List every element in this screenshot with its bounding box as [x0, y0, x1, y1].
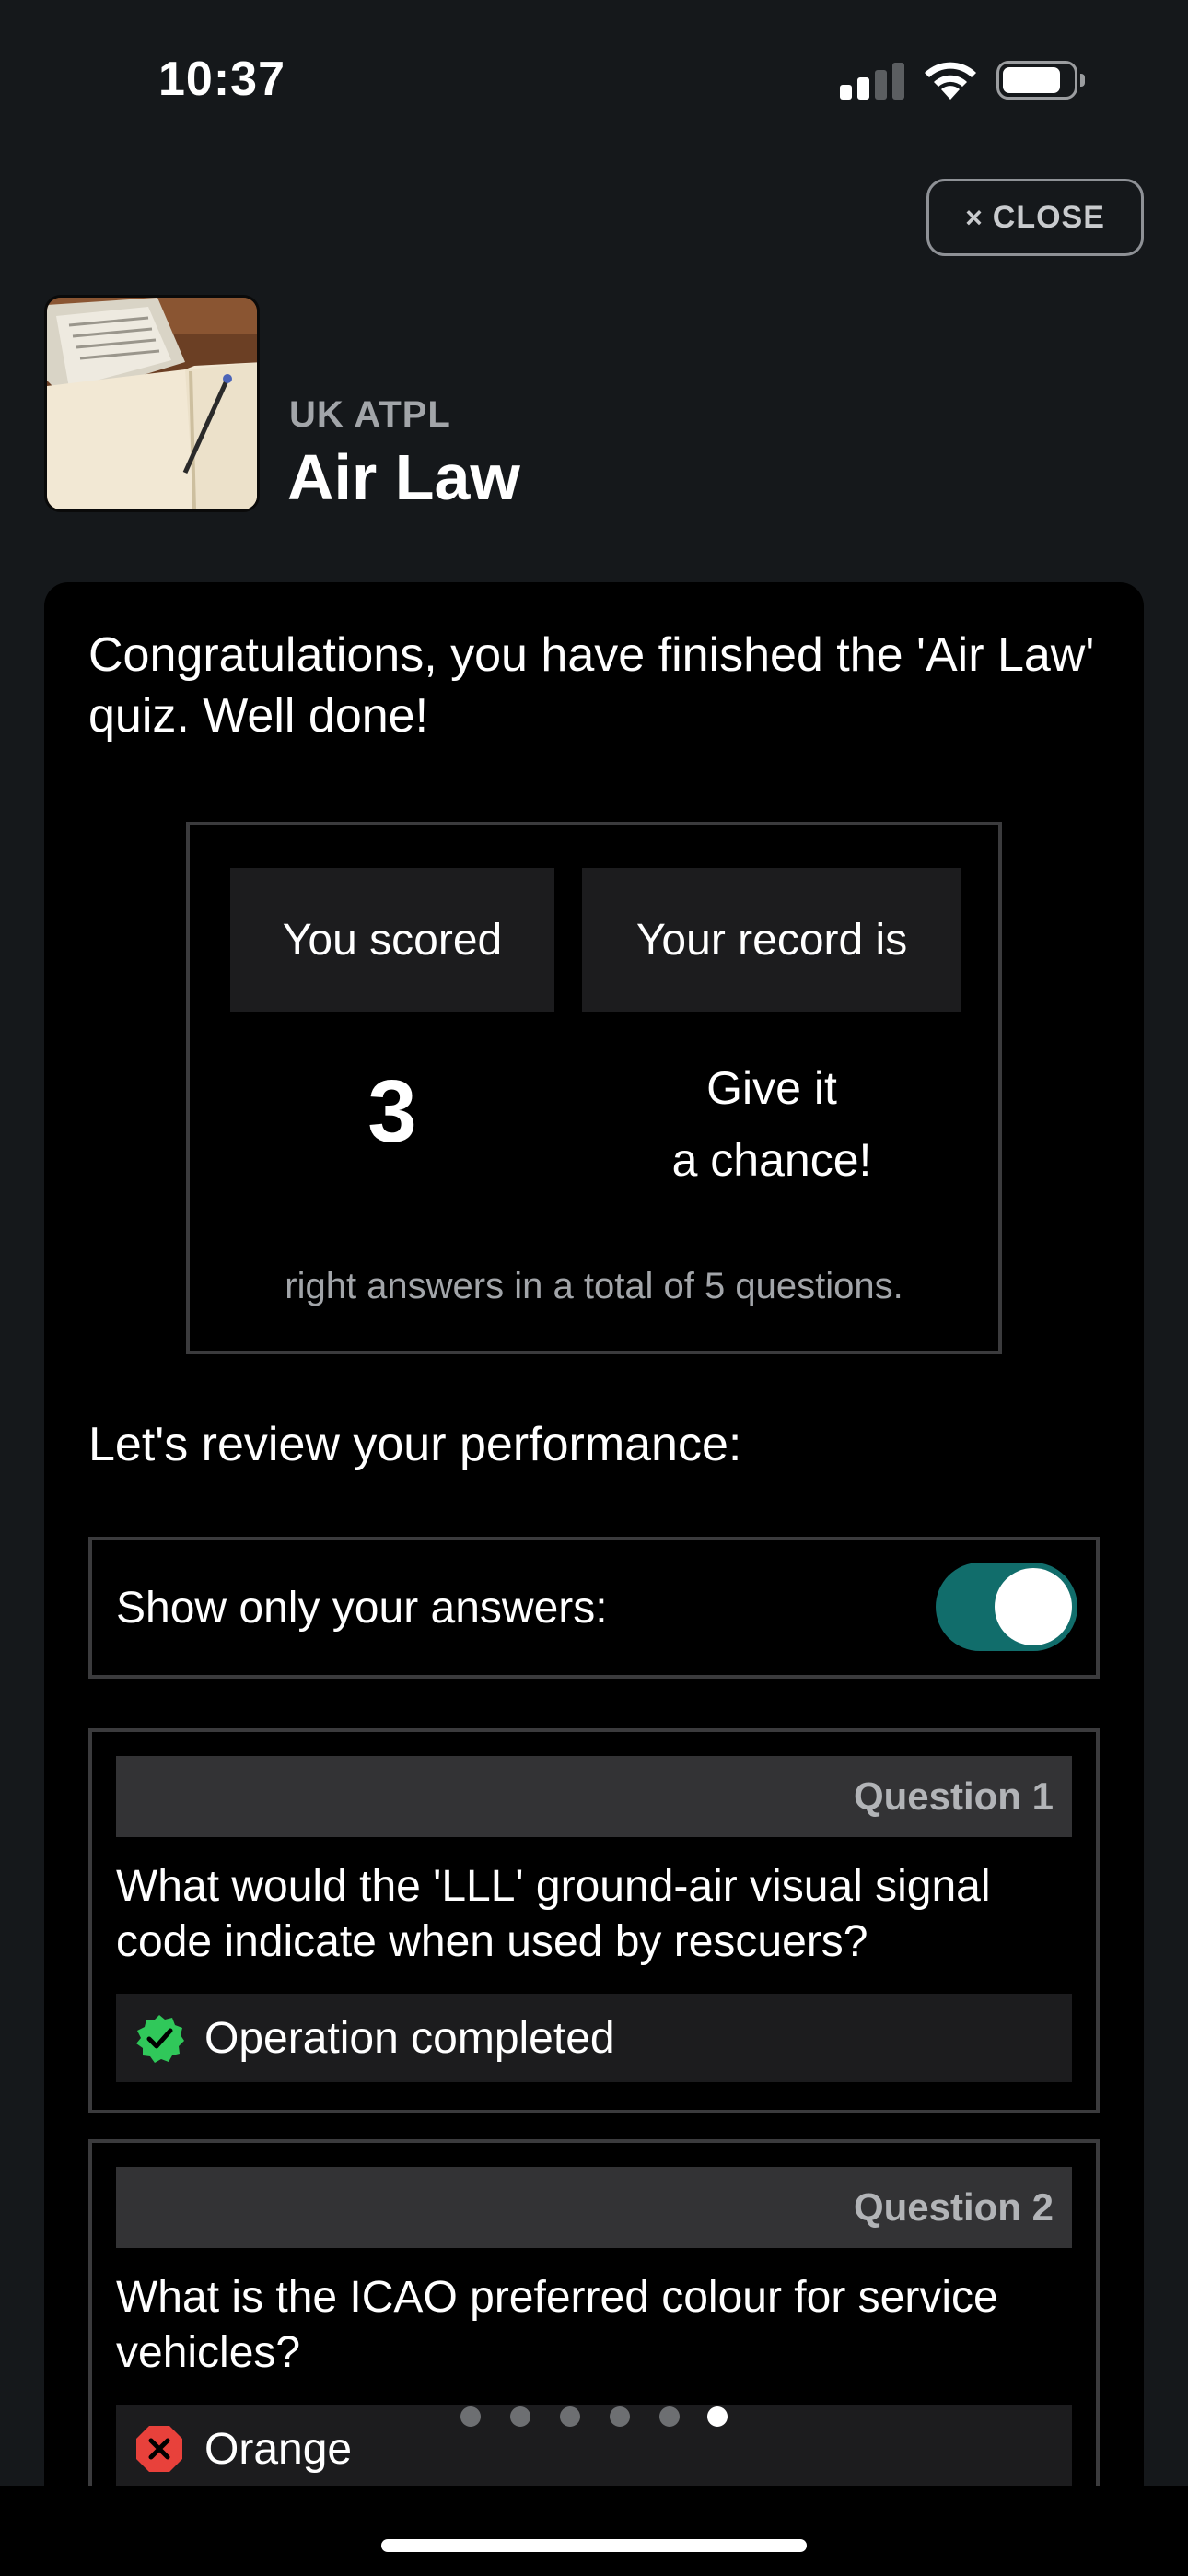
show-only-answers-label: Show only your answers:	[116, 1583, 608, 1633]
page-dot	[659, 2406, 680, 2427]
wifi-icon	[925, 62, 976, 100]
answer-text: Operation completed	[204, 2013, 615, 2063]
you-scored-label: You scored	[230, 868, 554, 1012]
page-dot-active	[707, 2406, 728, 2427]
question-text: What is the ICAO preferred colour for se…	[116, 2273, 998, 2377]
question-card: Question 1 What would the 'LLL' ground-a…	[88, 1728, 1100, 2113]
status-time: 10:37	[158, 53, 285, 106]
close-button-label: CLOSE	[992, 199, 1105, 235]
home-indicator[interactable]	[381, 2539, 807, 2552]
score-value: 3	[367, 1062, 417, 1161]
correct-check-icon	[136, 2015, 184, 2063]
question-text: What would the 'LLL' ground-air visual s…	[116, 1862, 991, 1966]
quiz-subject: UK ATPL	[289, 394, 451, 435]
answer-row: Operation completed	[116, 1994, 1072, 2082]
quiz-thumbnail	[44, 295, 260, 512]
books-image-icon	[47, 298, 257, 509]
battery-icon	[996, 61, 1085, 100]
score-footnote: right answers in a total of 5 questions.	[285, 1266, 903, 1306]
page-dot	[460, 2406, 481, 2427]
record-line-2: a chance!	[671, 1134, 872, 1186]
answer-text: Orange	[204, 2424, 353, 2474]
quiz-result-screen: 10:37 × CLOSE UK ATPL Air Law Congratula…	[0, 0, 1188, 2576]
results-card: Congratulations, you have finished the '…	[44, 582, 1144, 2576]
page-dot	[610, 2406, 630, 2427]
page-indicator[interactable]	[460, 2403, 737, 2430]
page-dot	[560, 2406, 580, 2427]
status-bar: 10:37	[0, 0, 1188, 157]
record-line-1: Give it	[706, 1062, 837, 1114]
close-icon: ×	[965, 200, 984, 234]
score-summary: You scored Your record is 3 Give it a ch…	[186, 822, 1002, 1354]
bottom-bar	[0, 2486, 1188, 2576]
page-dot	[510, 2406, 530, 2427]
record-label: Your record is	[582, 868, 961, 1012]
toggle-knob	[995, 1568, 1072, 1645]
show-only-answers-toggle[interactable]	[936, 1563, 1077, 1651]
question-number: Question 1	[116, 1756, 1072, 1837]
congratulations-message: Congratulations, you have finished the '…	[88, 628, 1095, 743]
question-number: Question 2	[116, 2167, 1072, 2248]
close-button[interactable]: × CLOSE	[926, 179, 1144, 256]
quiz-title: Air Law	[287, 441, 520, 513]
cellular-signal-icon	[840, 63, 904, 100]
record-value: Give it a chance!	[582, 1052, 961, 1196]
show-only-answers-row: Show only your answers:	[88, 1537, 1100, 1679]
review-heading: Let's review your performance:	[88, 1418, 742, 1471]
incorrect-x-icon	[136, 2426, 182, 2472]
